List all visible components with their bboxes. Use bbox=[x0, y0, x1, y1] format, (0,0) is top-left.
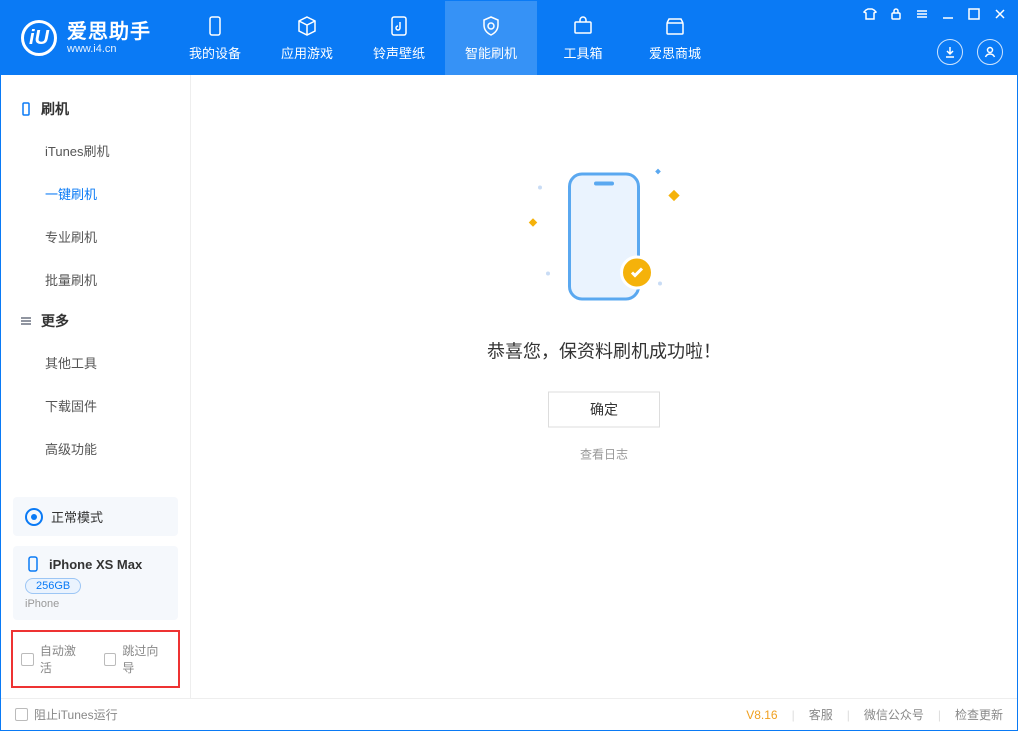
app-name: 爱思助手 bbox=[67, 21, 151, 43]
tab-shop[interactable]: 爱思商城 bbox=[629, 1, 721, 75]
sidebar-section-flash: 刷机 bbox=[1, 89, 190, 129]
tab-label: 我的设备 bbox=[189, 43, 241, 62]
sidebar-item-download-firmware[interactable]: 下载固件 bbox=[1, 384, 190, 427]
sidebar-item-pro-flash[interactable]: 专业刷机 bbox=[1, 215, 190, 258]
sparkle-icon bbox=[529, 218, 537, 226]
tab-label: 铃声壁纸 bbox=[373, 43, 425, 62]
sparkle-icon bbox=[655, 168, 661, 174]
device-type: iPhone bbox=[25, 598, 166, 610]
view-log-link[interactable]: 查看日志 bbox=[580, 445, 628, 462]
mode-label: 正常模式 bbox=[51, 507, 103, 526]
tab-my-device[interactable]: 我的设备 bbox=[169, 1, 261, 75]
check-badge-icon bbox=[620, 255, 654, 289]
tab-toolbox[interactable]: 工具箱 bbox=[537, 1, 629, 75]
window-controls-bottom bbox=[937, 39, 1003, 65]
checkbox-label: 自动激活 bbox=[40, 642, 88, 676]
wechat-link[interactable]: 微信公众号 bbox=[864, 706, 924, 723]
logo[interactable]: iU 爱思助手 www.i4.cn bbox=[1, 1, 169, 75]
phone-small-icon bbox=[25, 556, 41, 572]
refresh-shield-icon bbox=[479, 14, 503, 38]
tab-label: 智能刷机 bbox=[465, 43, 517, 62]
phone-icon bbox=[203, 14, 227, 38]
tshirt-icon[interactable] bbox=[863, 7, 877, 21]
window-controls-top bbox=[863, 7, 1007, 21]
device-icon bbox=[19, 102, 33, 116]
sidebar-item-itunes-flash[interactable]: iTunes刷机 bbox=[1, 129, 190, 172]
shop-icon bbox=[663, 14, 687, 38]
sidebar-item-batch-flash[interactable]: 批量刷机 bbox=[1, 258, 190, 301]
body: 刷机 iTunes刷机 一键刷机 专业刷机 批量刷机 更多 其他工具 下载固件 … bbox=[1, 75, 1017, 698]
sidebar-item-other-tools[interactable]: 其他工具 bbox=[1, 341, 190, 384]
toolbox-icon bbox=[571, 14, 595, 38]
sidebar: 刷机 iTunes刷机 一键刷机 专业刷机 批量刷机 更多 其他工具 下载固件 … bbox=[1, 75, 191, 698]
device-info-card[interactable]: iPhone XS Max 256GB iPhone bbox=[13, 546, 178, 620]
close-icon[interactable] bbox=[993, 7, 1007, 21]
checkbox-label: 跳过向导 bbox=[122, 642, 170, 676]
checkbox-icon bbox=[104, 653, 117, 666]
device-capacity: 256GB bbox=[25, 578, 81, 594]
sidebar-item-advanced[interactable]: 高级功能 bbox=[1, 427, 190, 470]
success-illustration bbox=[524, 161, 684, 311]
menu-icon[interactable] bbox=[915, 7, 929, 21]
minimize-icon[interactable] bbox=[941, 7, 955, 21]
success-pane: 恭喜您，保资料刷机成功啦！ 确定 查看日志 bbox=[487, 161, 721, 462]
status-bar: 阻止iTunes运行 V8.16 | 客服 | 微信公众号 | 检查更新 bbox=[1, 698, 1017, 730]
mode-indicator-icon bbox=[25, 508, 43, 526]
version-label: V8.16 bbox=[746, 708, 777, 722]
checkbox-skip-guide[interactable]: 跳过向导 bbox=[104, 642, 171, 676]
sidebar-section-more: 更多 bbox=[1, 301, 190, 341]
cube-icon bbox=[295, 14, 319, 38]
section-label: 更多 bbox=[41, 311, 69, 331]
section-label: 刷机 bbox=[41, 99, 69, 119]
check-update-link[interactable]: 检查更新 bbox=[955, 706, 1003, 723]
tab-label: 爱思商城 bbox=[649, 43, 701, 62]
dot-icon bbox=[538, 185, 542, 189]
device-mode-card[interactable]: 正常模式 bbox=[13, 497, 178, 536]
list-icon bbox=[19, 314, 33, 328]
music-file-icon bbox=[387, 14, 411, 38]
tab-smart-flash[interactable]: 智能刷机 bbox=[445, 1, 537, 75]
logo-icon: iU bbox=[21, 20, 57, 56]
maximize-icon[interactable] bbox=[967, 7, 981, 21]
support-link[interactable]: 客服 bbox=[809, 706, 833, 723]
user-icon[interactable] bbox=[977, 39, 1003, 65]
tab-label: 应用游戏 bbox=[281, 43, 333, 62]
header: iU 爱思助手 www.i4.cn 我的设备 应用游戏 铃声壁纸 智能刷机 bbox=[1, 1, 1017, 75]
checkbox-icon bbox=[15, 708, 28, 721]
tab-ringtones[interactable]: 铃声壁纸 bbox=[353, 1, 445, 75]
ok-button[interactable]: 确定 bbox=[548, 391, 660, 427]
lock-icon[interactable] bbox=[889, 7, 903, 21]
tab-apps-games[interactable]: 应用游戏 bbox=[261, 1, 353, 75]
checkbox-label: 阻止iTunes运行 bbox=[34, 706, 118, 723]
device-name: iPhone XS Max bbox=[49, 557, 142, 572]
checkbox-block-itunes[interactable]: 阻止iTunes运行 bbox=[15, 706, 118, 723]
checkbox-auto-activate[interactable]: 自动激活 bbox=[21, 642, 88, 676]
download-icon[interactable] bbox=[937, 39, 963, 65]
dot-icon bbox=[658, 281, 662, 285]
main-panel: 恭喜您，保资料刷机成功啦！ 确定 查看日志 bbox=[191, 75, 1017, 698]
sidebar-item-oneclick-flash[interactable]: 一键刷机 bbox=[1, 172, 190, 215]
dot-icon bbox=[546, 271, 550, 275]
success-message: 恭喜您，保资料刷机成功啦！ bbox=[487, 337, 721, 363]
app-window: iU 爱思助手 www.i4.cn 我的设备 应用游戏 铃声壁纸 智能刷机 bbox=[0, 0, 1018, 731]
sparkle-icon bbox=[668, 190, 679, 201]
header-tabs: 我的设备 应用游戏 铃声壁纸 智能刷机 工具箱 爱思商城 bbox=[169, 1, 721, 75]
highlighted-checkbox-group: 自动激活 跳过向导 bbox=[11, 630, 180, 688]
checkbox-icon bbox=[21, 653, 34, 666]
tab-label: 工具箱 bbox=[563, 43, 602, 62]
app-url: www.i4.cn bbox=[67, 43, 151, 55]
